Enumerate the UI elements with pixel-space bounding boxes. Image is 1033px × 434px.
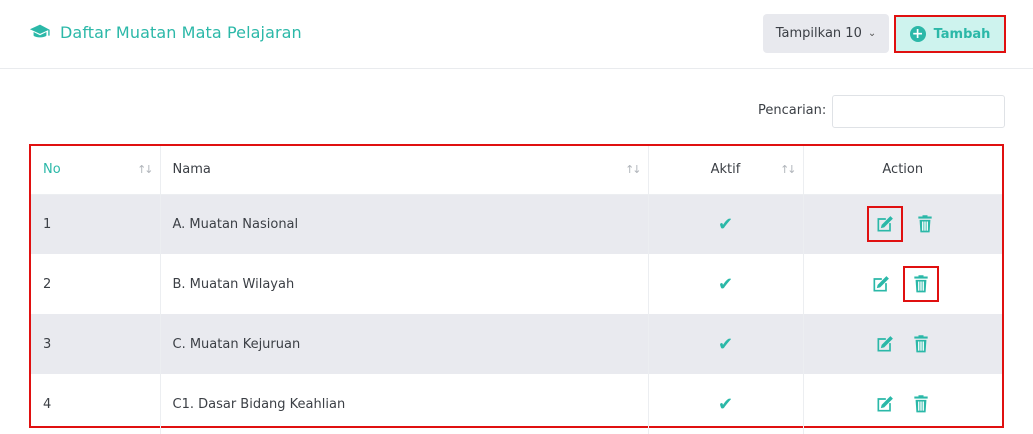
table-row: 3 C. Muatan Kejuruan ✔ bbox=[31, 314, 1002, 374]
cell-no: 1 bbox=[31, 194, 161, 254]
action-group bbox=[804, 266, 1003, 302]
cell-no-value: 3 bbox=[43, 336, 52, 352]
column-header-label: Aktif bbox=[710, 162, 741, 178]
cell-nama: C1. Dasar Bidang Keahlian bbox=[160, 374, 649, 434]
column-header-label: Action bbox=[882, 162, 924, 178]
cell-aktif: ✔ bbox=[648, 254, 804, 314]
title-group: Daftar Muatan Mata Pelajaran bbox=[29, 21, 302, 43]
check-icon: ✔ bbox=[717, 333, 734, 355]
add-button[interactable]: + Tambah bbox=[894, 15, 1006, 53]
table-row: 4 C1. Dasar Bidang Keahlian ✔ bbox=[31, 374, 1002, 434]
cell-no: 4 bbox=[31, 374, 161, 434]
cell-no-value: 2 bbox=[43, 276, 52, 292]
cell-no: 3 bbox=[31, 314, 161, 374]
cell-nama-value: C. Muatan Kejuruan bbox=[172, 336, 301, 352]
page-header: Daftar Muatan Mata Pelajaran Tampilkan 1… bbox=[0, 0, 1033, 69]
sort-icon: ↑↓ bbox=[137, 163, 154, 176]
page-title: Daftar Muatan Mata Pelajaran bbox=[60, 22, 302, 42]
trash-icon[interactable] bbox=[911, 210, 939, 238]
table-header-row: No ↑↓ Nama ↑↓ Aktif ↑↓ Action bbox=[31, 146, 1002, 195]
action-group bbox=[804, 206, 1003, 243]
column-header-nama[interactable]: Nama ↑↓ bbox=[160, 146, 649, 195]
search-label: Pencarian: bbox=[758, 103, 827, 118]
plus-circle-icon: + bbox=[909, 26, 926, 42]
sort-icon: ↑↓ bbox=[780, 163, 797, 176]
action-group bbox=[804, 330, 1003, 358]
column-header-label: No bbox=[43, 162, 61, 178]
column-header-action: Action bbox=[803, 146, 1002, 195]
cell-action bbox=[803, 194, 1002, 254]
cell-nama-value: B. Muatan Wilayah bbox=[172, 276, 295, 292]
column-header-aktif[interactable]: Aktif ↑↓ bbox=[648, 146, 804, 195]
cell-nama-value: C1. Dasar Bidang Keahlian bbox=[172, 396, 346, 412]
table-row: 2 B. Muatan Wilayah ✔ bbox=[31, 254, 1002, 314]
cell-nama: C. Muatan Kejuruan bbox=[160, 314, 649, 374]
check-icon: ✔ bbox=[717, 213, 734, 235]
show-entries-dropdown[interactable]: Tampilkan 10 ⌄ bbox=[763, 14, 889, 53]
cell-aktif: ✔ bbox=[648, 374, 804, 434]
action-group bbox=[804, 390, 1003, 418]
table-row: 1 A. Muatan Nasional ✔ bbox=[31, 194, 1002, 254]
data-table: No ↑↓ Nama ↑↓ Aktif ↑↓ Action 1 A. Muatan… bbox=[31, 146, 1002, 434]
edit-icon[interactable] bbox=[866, 206, 903, 243]
cell-aktif: ✔ bbox=[648, 314, 804, 374]
trash-icon[interactable] bbox=[907, 390, 935, 418]
cell-aktif: ✔ bbox=[648, 194, 804, 254]
column-header-no[interactable]: No ↑↓ bbox=[31, 146, 161, 195]
cell-no-value: 4 bbox=[43, 396, 52, 412]
cell-action bbox=[803, 374, 1002, 434]
cell-no-value: 1 bbox=[43, 216, 52, 232]
column-header-label: Nama bbox=[172, 162, 211, 178]
edit-icon[interactable] bbox=[867, 270, 895, 298]
graduation-cap-icon bbox=[29, 24, 50, 38]
trash-icon[interactable] bbox=[907, 330, 935, 358]
check-icon: ✔ bbox=[717, 273, 734, 295]
cell-action bbox=[803, 314, 1002, 374]
cell-no: 2 bbox=[31, 254, 161, 314]
show-entries-label: Tampilkan 10 bbox=[775, 26, 862, 41]
sort-icon: ↑↓ bbox=[625, 163, 642, 176]
cell-nama: A. Muatan Nasional bbox=[160, 194, 649, 254]
trash-icon[interactable] bbox=[902, 266, 939, 302]
search-input[interactable] bbox=[832, 95, 1005, 128]
add-button-label: Tambah bbox=[933, 26, 991, 42]
chevron-down-icon: ⌄ bbox=[867, 28, 877, 39]
cell-nama-value: A. Muatan Nasional bbox=[172, 216, 299, 232]
edit-icon[interactable] bbox=[871, 390, 899, 418]
edit-icon[interactable] bbox=[871, 330, 899, 358]
cell-action bbox=[803, 254, 1002, 314]
check-icon: ✔ bbox=[717, 393, 734, 415]
cell-nama: B. Muatan Wilayah bbox=[160, 254, 649, 314]
